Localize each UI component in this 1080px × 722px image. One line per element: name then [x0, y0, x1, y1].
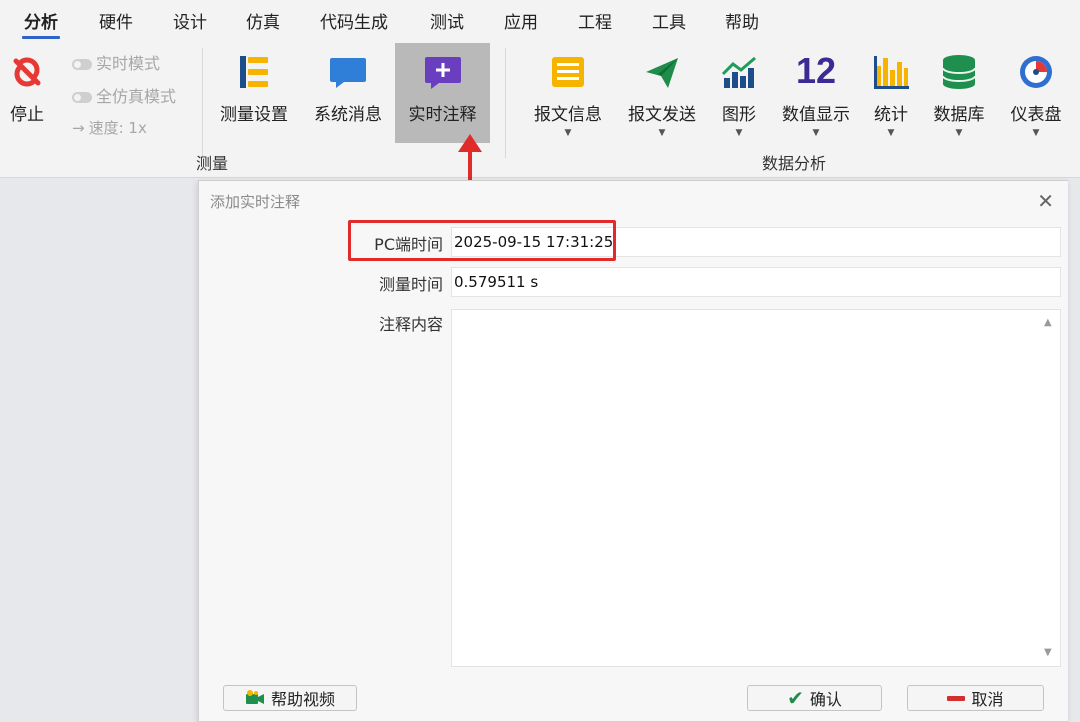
video-camera-icon: [245, 690, 264, 704]
toggle-icon: [72, 59, 92, 70]
full-sim-mode-toggle[interactable]: 全仿真模式: [72, 83, 176, 107]
message-info-icon: [552, 57, 584, 87]
chart-icon: [721, 56, 756, 88]
tab-help[interactable]: 帮助: [725, 8, 759, 33]
arrow-right-icon: →: [72, 119, 85, 137]
content-label: 注释内容: [378, 315, 443, 334]
tab-project[interactable]: 工程: [578, 8, 612, 33]
value-display-icon: 12: [795, 50, 837, 91]
scroll-down-icon[interactable]: ▼: [1044, 647, 1062, 715]
statistics-label: 统计: [874, 105, 908, 125]
add-annotation-dialog: 添加实时注释 ✕ PC端时间 测量时间 注释内容 ▲ ▼ 帮助视频 ✔ 确认 取…: [198, 180, 1068, 722]
realtime-annotation-button[interactable]: 实时注释: [395, 43, 490, 143]
minus-icon: [947, 695, 966, 701]
ribbon: 分析 硬件 设计 仿真 代码生成 测试 应用 工程 工具 帮助 停止 实时模式 …: [0, 0, 1080, 178]
graphics-button[interactable]: 图形 ▼: [714, 46, 764, 141]
chat-bubble-icon: [330, 58, 366, 88]
tab-code-generation[interactable]: 代码生成: [320, 8, 388, 33]
measure-settings-button[interactable]: 测量设置: [214, 46, 294, 136]
realtime-mode-toggle[interactable]: 实时模式: [72, 50, 160, 74]
tab-analysis[interactable]: 分析: [22, 8, 60, 39]
chevron-down-icon: ▼: [1032, 128, 1040, 138]
tab-application[interactable]: 应用: [504, 8, 538, 33]
separator: [505, 48, 506, 158]
content-textarea[interactable]: [451, 309, 1061, 667]
dialog-title: 添加实时注释: [210, 193, 301, 211]
chevron-down-icon: ▼: [658, 128, 666, 138]
confirm-button[interactable]: ✔ 确认: [747, 685, 882, 711]
database-button[interactable]: 数据库 ▼: [928, 46, 990, 141]
group-label-data-analysis: 数据分析: [762, 154, 827, 173]
toggle-icon: [72, 92, 92, 103]
value-display-button[interactable]: 12 数值显示 ▼: [776, 46, 856, 141]
speed-label: 速度: 1x: [88, 119, 147, 137]
tab-test[interactable]: 测试: [430, 8, 464, 33]
help-video-button[interactable]: 帮助视频: [223, 685, 357, 711]
database-label: 数据库: [933, 105, 985, 125]
checkmark-icon: ✔: [787, 686, 804, 710]
dashboard-label: 仪表盘: [1010, 105, 1062, 125]
stop-button[interactable]: 停止: [4, 46, 50, 136]
speed-control[interactable]: → 速度: 1x: [72, 117, 147, 138]
chevron-down-icon: ▼: [564, 128, 572, 138]
measure-time-label: 测量时间: [378, 275, 443, 294]
add-comment-icon: [424, 57, 461, 89]
separator: [202, 48, 203, 158]
message-send-label: 报文发送: [628, 105, 696, 125]
message-info-label: 报文信息: [534, 105, 602, 125]
tab-hardware[interactable]: 硬件: [99, 8, 133, 33]
graphics-label: 图形: [722, 105, 756, 125]
chevron-down-icon: ▼: [955, 128, 963, 138]
stop-label: 停止: [10, 105, 44, 125]
chevron-down-icon: ▼: [735, 128, 743, 138]
group-label-measure: 测量: [196, 154, 229, 173]
stop-icon: [13, 57, 41, 87]
realtime-annotation-label: 实时注释: [408, 105, 477, 125]
paper-plane-icon: [646, 58, 678, 88]
scroll-up-icon[interactable]: ▲: [1044, 317, 1062, 328]
tab-simulation[interactable]: 仿真: [246, 8, 280, 33]
cancel-button[interactable]: 取消: [907, 685, 1044, 711]
bar-chart-icon: [874, 56, 909, 89]
confirm-label: 确认: [809, 690, 842, 709]
system-messages-button[interactable]: 系统消息: [308, 46, 388, 136]
menu-bar: 分析 硬件 设计 仿真 代码生成 测试 应用 工程 工具 帮助: [0, 0, 1080, 40]
highlight-box: [348, 220, 616, 261]
measure-time-field[interactable]: [451, 267, 1061, 297]
statistics-button[interactable]: 统计 ▼: [866, 46, 916, 141]
database-icon: [942, 55, 976, 89]
measure-settings-label: 测量设置: [220, 105, 288, 125]
chevron-down-icon: ▼: [887, 128, 895, 138]
message-send-button[interactable]: 报文发送 ▼: [622, 46, 702, 141]
dashboard-button[interactable]: 仪表盘 ▼: [1002, 46, 1070, 141]
value-display-label: 数值显示: [782, 105, 850, 125]
message-info-button[interactable]: 报文信息 ▼: [528, 46, 608, 141]
cancel-label: 取消: [971, 690, 1004, 709]
help-video-label: 帮助视频: [270, 690, 335, 709]
measure-settings-icon: [240, 56, 268, 88]
chevron-down-icon: ▼: [812, 128, 820, 138]
realtime-mode-label: 实时模式: [96, 54, 161, 73]
close-icon[interactable]: ✕: [1037, 189, 1054, 213]
tab-tools[interactable]: 工具: [652, 8, 686, 33]
system-messages-label: 系统消息: [314, 105, 382, 125]
gauge-icon: [1020, 56, 1052, 88]
tab-design[interactable]: 设计: [173, 8, 207, 33]
full-sim-mode-label: 全仿真模式: [96, 87, 177, 106]
